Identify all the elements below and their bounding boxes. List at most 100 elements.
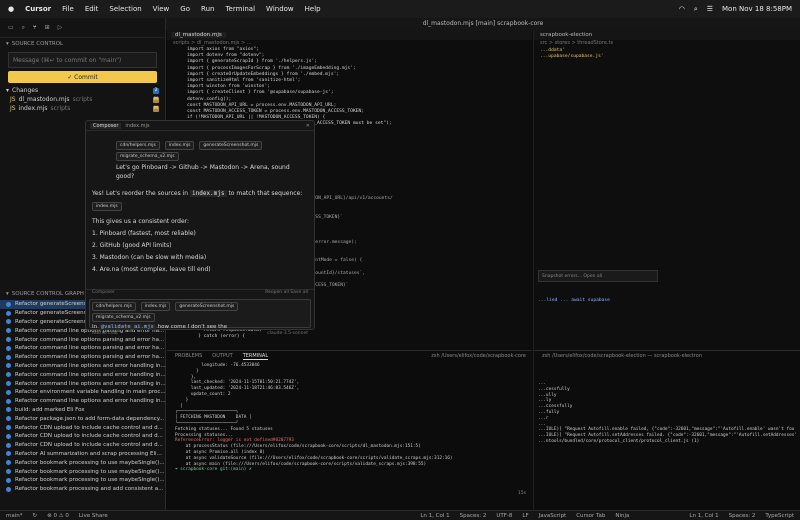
file-reference[interactable]: index.mjs bbox=[92, 202, 308, 213]
close-icon[interactable]: ✕ bbox=[306, 123, 310, 129]
commit-message: Refactor command line options parsing an… bbox=[15, 354, 165, 361]
commit-row[interactable]: Refactor environment variable handling i… bbox=[0, 388, 166, 397]
ninja-indicator[interactable]: Ninja bbox=[615, 513, 629, 519]
menu-terminal[interactable]: Terminal bbox=[225, 5, 255, 13]
run-icon[interactable]: ▷ bbox=[58, 24, 63, 31]
activity-bar: ▭ ⌕ ⑂ ⊞ ▷ bbox=[0, 18, 165, 38]
encoding[interactable]: UTF-8 bbox=[496, 513, 512, 519]
commit-row[interactable]: Refactor command line options and error … bbox=[0, 362, 166, 371]
apple-icon[interactable]: ● bbox=[8, 5, 14, 13]
menu-help[interactable]: Help bbox=[305, 5, 321, 13]
menu-go[interactable]: Go bbox=[180, 5, 190, 13]
commit-row[interactable]: Refactor CDN upload to include cache con… bbox=[0, 441, 166, 450]
commit-row[interactable]: Refactor bookmark processing to use mayb… bbox=[0, 476, 166, 485]
changed-file[interactable]: JS index.mjs scripts M bbox=[0, 104, 165, 113]
commit-row[interactable]: Refactor command line options parsing an… bbox=[0, 344, 166, 353]
commit-row[interactable]: Refactor command line options and error … bbox=[0, 397, 166, 406]
context-chip[interactable]: cdn/helpers.mjs bbox=[116, 141, 160, 150]
right-breadcrumb[interactable]: src > stores > threadStore.ts bbox=[534, 40, 800, 48]
breadcrumb[interactable]: scripts > dl_mastodon.mjs > ... bbox=[167, 40, 532, 47]
reply-file: index.mjs bbox=[190, 190, 227, 197]
input-chip[interactable]: generateScreenshot.mjs bbox=[175, 302, 239, 311]
cursor-position[interactable]: Ln 1, Col 1 bbox=[420, 513, 449, 519]
commit-dot-icon bbox=[6, 442, 11, 448]
source-control-header[interactable]: ▾ SOURCE CONTROL bbox=[0, 38, 165, 50]
editor-tab[interactable]: dl_mastodon.mjs bbox=[171, 32, 226, 38]
commit-row[interactable]: Refactor command line options and error … bbox=[0, 370, 166, 379]
commit-row[interactable]: Refactor command line options and error … bbox=[0, 379, 166, 388]
tab-terminal[interactable]: TERMINAL bbox=[242, 353, 269, 360]
context-chip[interactable]: migrate_schema_v2.mjs bbox=[116, 152, 179, 161]
indentation-right[interactable]: Spaces: 2 bbox=[729, 513, 756, 519]
file-name: dl_mastodon.mjs bbox=[18, 96, 70, 103]
model-selector[interactable]: claude-3.5-sonnet bbox=[267, 331, 308, 336]
search-icon[interactable]: ⌕ bbox=[22, 24, 25, 32]
commit-row[interactable]: Refactor command line options parsing an… bbox=[0, 335, 166, 344]
commit-message-input[interactable]: Message (⌘↵ to commit on "main") bbox=[8, 52, 157, 68]
tab-problems[interactable]: PROBLEMS bbox=[175, 353, 202, 359]
commit-row[interactable]: build: add marked Eli Fox bbox=[0, 406, 166, 415]
context-chip[interactable]: index.mjs bbox=[164, 141, 195, 150]
right-code-line: ...lied ... await supabase bbox=[538, 298, 610, 303]
snapshot-hint[interactable]: Snapshot errors... Open all bbox=[538, 270, 658, 282]
input-chip[interactable]: cdn/helpers.mjs bbox=[92, 302, 136, 311]
commit-row[interactable]: Refactor bookmark processing to use mayb… bbox=[0, 467, 166, 476]
context-chip[interactable]: generateScreenshot.mjs bbox=[199, 141, 263, 150]
commit-row[interactable]: Refactor package.json to add form-data d… bbox=[0, 414, 166, 423]
cursor-tab[interactable]: Cursor Tab bbox=[576, 513, 605, 519]
terminal-output-right[interactable]: ... ...cessfully ...ully ...ly ...ccessfully… bbox=[534, 361, 800, 445]
input-file-mention[interactable]: @validate_ai.mjs bbox=[98, 324, 156, 330]
commit-dot-icon bbox=[6, 398, 11, 404]
changes-header[interactable]: ▾ Changes 2 bbox=[0, 86, 165, 95]
eol[interactable]: LF bbox=[522, 513, 528, 519]
cursor-position-right[interactable]: Ln 1, Col 1 bbox=[689, 513, 718, 519]
search-icon[interactable]: ⌕ bbox=[694, 5, 698, 14]
composer-input[interactable]: cdn/helpers.mjs index.mjs generateScreen… bbox=[89, 299, 311, 336]
menu-edit[interactable]: Edit bbox=[85, 5, 99, 13]
branch-indicator[interactable]: main* bbox=[6, 513, 23, 519]
composer-footer-right[interactable]: Reopen all Save all bbox=[265, 290, 308, 297]
commit-message: Refactor command line options and error … bbox=[15, 362, 166, 369]
terminal-output[interactable]: longitude: -76.4533846 } }, last_checked… bbox=[167, 361, 532, 473]
file-ref-chip[interactable]: index.mjs bbox=[92, 202, 122, 211]
modified-badge: M bbox=[153, 105, 159, 112]
menu-run[interactable]: Run bbox=[201, 5, 214, 13]
changed-file[interactable]: JS dl_mastodon.mjs scripts M bbox=[0, 95, 165, 104]
composer-file-tab[interactable]: index.mjs bbox=[125, 123, 149, 129]
code-area[interactable]: import axios from "axios"; import dotenv … bbox=[167, 47, 532, 128]
problems-indicator[interactable]: ⊗ 0 ⚠ 0 bbox=[47, 513, 69, 519]
language-mode-right[interactable]: TypeScript bbox=[765, 513, 794, 519]
commit-row[interactable]: Refactor AI summarization and scrap proc… bbox=[0, 450, 166, 459]
commit-row[interactable]: Refactor CDN upload to include cache con… bbox=[0, 423, 166, 432]
input-chip[interactable]: index.mjs bbox=[140, 302, 171, 311]
clock[interactable]: Mon Nov 18 8:58PM bbox=[722, 5, 792, 13]
commit-row[interactable]: Refactor bookmark processing to use mayb… bbox=[0, 458, 166, 467]
language-mode[interactable]: JavaScript bbox=[539, 513, 567, 519]
commit-row[interactable]: Refactor bookmark processing and add con… bbox=[0, 485, 166, 494]
explorer-icon[interactable]: ▭ bbox=[8, 24, 14, 31]
menu-file[interactable]: File bbox=[62, 5, 74, 13]
indentation[interactable]: Spaces: 2 bbox=[460, 513, 487, 519]
menu-window[interactable]: Window bbox=[266, 5, 294, 13]
tab-output[interactable]: OUTPUT bbox=[212, 353, 232, 359]
input-chip[interactable]: migrate_schema_v2.mjs bbox=[92, 313, 155, 322]
sync-icon[interactable]: ↻ bbox=[33, 513, 38, 519]
control-center-icon[interactable]: ☰ bbox=[707, 5, 713, 13]
commit-message: Refactor bookmark processing to use mayb… bbox=[15, 459, 165, 466]
commit-row[interactable]: Refactor command line options parsing an… bbox=[0, 353, 166, 362]
menu-view[interactable]: View bbox=[153, 5, 170, 13]
app-menu[interactable]: Cursor bbox=[25, 5, 51, 13]
commit-button[interactable]: ✓ Commit bbox=[8, 71, 157, 83]
terminal-panel: PROBLEMS OUTPUT TERMINAL zsh /Users/elif… bbox=[167, 350, 532, 510]
modified-badge: M bbox=[153, 96, 159, 103]
composer-tab[interactable]: Composer bbox=[90, 122, 122, 129]
menu-selection[interactable]: Selection bbox=[109, 5, 141, 13]
live-share-button[interactable]: Live Share bbox=[79, 513, 108, 519]
commit-dot-icon bbox=[6, 381, 11, 387]
commit-row[interactable]: Refactor CDN upload to include cache con… bbox=[0, 432, 166, 441]
extensions-icon[interactable]: ⊞ bbox=[45, 24, 50, 31]
commit-dot-icon bbox=[6, 460, 11, 466]
source-control-icon[interactable]: ⑂ bbox=[33, 24, 37, 31]
wifi-icon[interactable]: ◠ bbox=[679, 5, 685, 13]
file-dir: scripts bbox=[72, 96, 93, 103]
